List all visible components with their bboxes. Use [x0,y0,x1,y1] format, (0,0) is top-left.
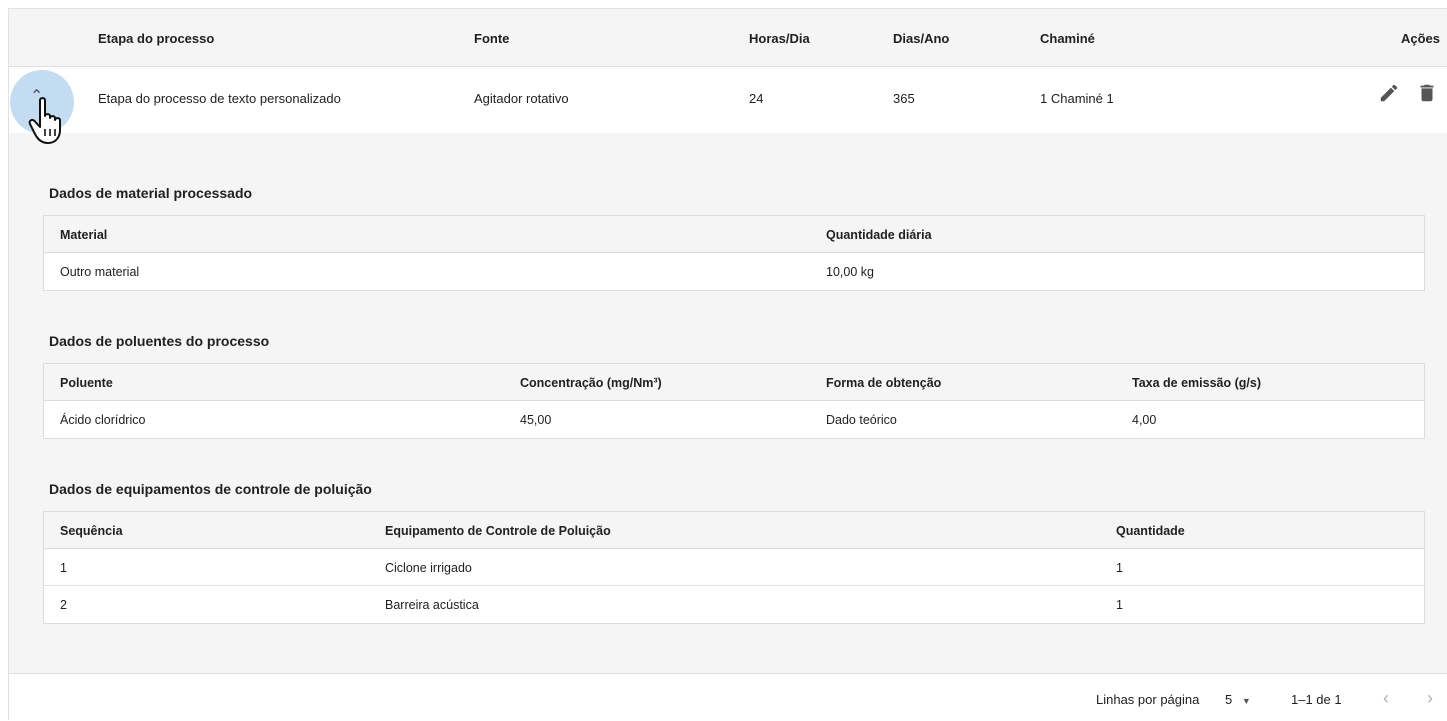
pollutants-table-header: Poluente Concentração (mg/Nm³) Forma de … [44,364,1424,401]
material-table-header: Material Quantidade diária [44,216,1424,253]
row-stage: Etapa do processo de texto personalizado [98,91,341,106]
material-header-material: Material [60,228,108,242]
equipment-section-title: Dados de equipamentos de controle de pol… [49,481,372,497]
pollutants-cell-emission: 4,00 [1132,413,1157,427]
pollutants-header-pollutant: Poluente [60,376,113,390]
equipment-cell-sequence: 1 [60,561,67,575]
pollutants-section-title: Dados de poluentes do processo [49,333,270,349]
header-actions: Ações [1401,31,1441,46]
table-row: 1 Ciclone irrigado 1 [44,549,1424,586]
header-days[interactable]: Dias/Ano [893,31,949,46]
row-source: Agitador rotativo [474,91,569,106]
row-days: 365 [893,91,915,106]
equipment-header-equipment: Equipamento de Controle de Poluição [385,524,611,538]
header-source[interactable]: Fonte [474,31,509,46]
pollutants-cell-method: Dado teórico [826,413,897,427]
expanded-row-detail: Dados de material processado Material Qu… [9,133,1447,673]
row-hours: 24 [749,91,764,106]
table-row: 2 Barreira acústica 1 [44,586,1424,623]
pagination-range: 1–1 de 1 [1291,692,1342,707]
table-pagination: Linhas por página 5 ▼ 1–1 de 1 ‹ › [9,673,1447,721]
header-stack[interactable]: Chaminé [1040,31,1095,46]
pollutants-header-method: Forma de obtenção [826,376,942,390]
pollutants-cell-pollutant: Ácido clorídrico [60,413,146,427]
trash-icon [1420,84,1434,102]
header-hours[interactable]: Horas/Dia [749,31,810,46]
material-section-title: Dados de material processado [49,185,253,201]
pollutants-table: Poluente Concentração (mg/Nm³) Forma de … [43,363,1425,439]
rows-per-page-select[interactable]: 5 ▼ [1225,692,1251,707]
table-header-row: Etapa do processo Fonte Horas/Dia Dias/A… [9,9,1447,67]
pollutants-header-emission: Taxa de emissão (g/s) [1132,376,1261,390]
equipment-header-sequence: Sequência [60,524,123,538]
edit-button[interactable] [1378,82,1400,104]
equipment-header-quantity: Quantidade [1116,524,1185,538]
equipment-cell-equipment: Barreira acústica [385,598,479,612]
equipment-cell-quantity: 1 [1116,598,1123,612]
material-header-quantity: Quantidade diária [826,228,932,242]
pollutants-header-concentration: Concentração (mg/Nm³) [520,376,662,390]
equipment-table-header: Sequência Equipamento de Controle de Pol… [44,512,1424,549]
equipment-cell-equipment: Ciclone irrigado [385,561,472,575]
next-page-button[interactable]: › [1427,688,1433,709]
equipment-cell-quantity: 1 [1116,561,1123,575]
table-row: Ácido clorídrico 45,00 Dado teórico 4,00 [44,401,1424,438]
delete-button[interactable] [1416,82,1438,104]
material-cell-quantity: 10,00 kg [826,265,874,279]
header-stage[interactable]: Etapa do processo [98,31,214,46]
rows-per-page-value: 5 [1225,692,1233,707]
equipment-table: Sequência Equipamento de Controle de Pol… [43,511,1425,624]
pencil-icon [1380,84,1398,102]
hand-cursor-icon [28,97,61,144]
material-cell-material: Outro material [60,265,140,279]
caret-down-icon: ▼ [1241,696,1251,706]
prev-page-button[interactable]: ‹ [1383,688,1389,709]
equipment-cell-sequence: 2 [60,598,67,612]
row-stack: 1 Chaminé 1 [1040,91,1114,106]
process-stages-table: Etapa do processo Fonte Horas/Dia Dias/A… [8,8,1447,721]
pollutants-cell-concentration: 45,00 [520,413,552,427]
table-row: Outro material 10,00 kg [44,253,1424,290]
table-row[interactable]: Etapa do processo de texto personalizado… [9,67,1447,133]
material-table: Material Quantidade diária Outro materia… [43,215,1425,291]
rows-per-page-label: Linhas por página [1096,692,1200,707]
